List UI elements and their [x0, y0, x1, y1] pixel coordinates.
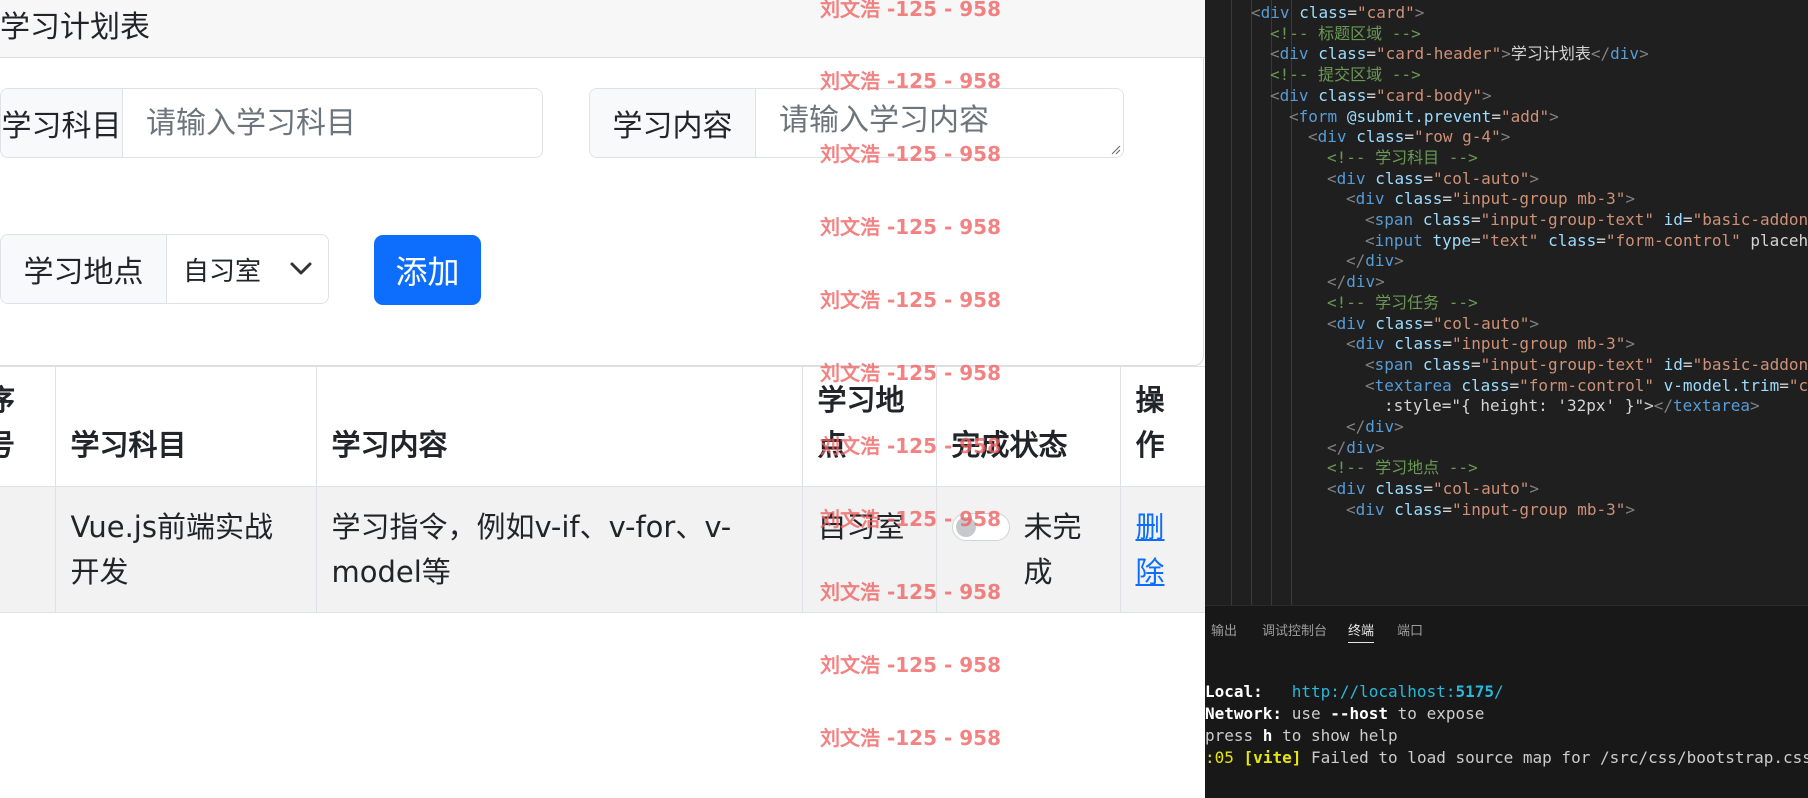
chevron-down-icon — [290, 262, 312, 275]
code-line: <div class="col-auto"> — [1327, 479, 1539, 499]
code-line: <!-- 提交区域 --> — [1270, 65, 1421, 85]
code-line: <!-- 学习科目 --> — [1327, 147, 1478, 167]
code-line: <div class="input-group mb-3"> — [1346, 499, 1636, 519]
code-line: <input type="text" class="form-control" … — [1365, 230, 1808, 250]
code-line: <span class="input-group-text" id="basic… — [1365, 210, 1808, 229]
bottom-panel: 输出 调试控制台 终端 端口 Local: http://localhost:5… — [1205, 605, 1808, 798]
table-row: Vue.js前端实战开发 学习指令，例如v-if、v-for、v-model等 … — [0, 486, 1205, 613]
cell-content: 学习指令，例如v-if、v-for、v-model等 — [315, 486, 803, 613]
card-body: 学习科目 学习内容 学习地点 自习室 — [0, 58, 1204, 366]
study-plan-table: 序号 学习科目 学习内容 学习地点 完成状态 操作 Vue.js前端实战开发 学… — [0, 366, 1205, 613]
code-line: <!-- 学习任务 --> — [1327, 292, 1478, 312]
place-input-group: 学习地点 自习室 — [0, 234, 329, 304]
code-line: <div class="row g-4"> — [1308, 127, 1511, 147]
terminal-line-help: press h to show help — [1205, 726, 1398, 745]
tab-terminal[interactable]: 终端 — [1348, 620, 1375, 643]
cell-place: 自习室 — [801, 486, 937, 613]
delete-link[interactable]: 删除 — [1136, 510, 1165, 589]
tab-output[interactable]: 输出 — [1211, 620, 1237, 639]
browser-viewport: 学习计划表 学习科目 学习内容 学习地点 自习室 添加 — [0, 0, 1205, 798]
code-line: </div> — [1327, 437, 1385, 457]
place-selected-value: 自习室 — [183, 256, 262, 287]
place-select[interactable]: 自习室 — [167, 235, 328, 303]
code-line: <div class="col-auto"> — [1327, 313, 1539, 333]
code-editor[interactable]: <div class="card"> <!-- 标题区域 --> <div clas… — [1205, 0, 1808, 605]
subject-label: 学习科目 — [1, 89, 123, 157]
code-line: </div> — [1327, 272, 1385, 292]
watermark-text: 刘文浩 -125 - 958 — [820, 726, 1001, 750]
place-label: 学习地点 — [1, 235, 167, 303]
subject-input[interactable] — [123, 89, 542, 157]
terminal-line-local: Local: http://localhost:5175/ — [1205, 682, 1504, 701]
card-header: 学习计划表 — [0, 0, 1205, 58]
code-line: <div class="input-group mb-3"> — [1346, 189, 1636, 209]
tab-ports[interactable]: 端口 — [1397, 620, 1423, 639]
content-textarea[interactable] — [756, 89, 1123, 157]
cell-index — [0, 486, 56, 613]
code-line: <textarea class="form-control" v-model.t… — [1365, 375, 1808, 395]
cell-status: 未完成 — [935, 486, 1121, 613]
terminal-line-network: Network: use --host to expose — [1205, 704, 1485, 723]
code-line: <div class="input-group mb-3"> — [1346, 334, 1636, 354]
tab-debug-console[interactable]: 调试控制台 — [1262, 620, 1327, 639]
code-line: <!-- 标题区域 --> — [1270, 23, 1421, 43]
terminal-line-error: :05 [vite] Failed to load source map for… — [1205, 748, 1808, 767]
status-toggle[interactable] — [951, 513, 1010, 541]
code-line: <div class="col-auto"> — [1327, 168, 1539, 188]
toggle-knob — [955, 517, 976, 537]
code-line: <div class="card-body"> — [1270, 85, 1492, 105]
content-input-group: 学习内容 — [589, 88, 1124, 158]
code-line: :style="{ height: '32px' }"></textarea> — [1384, 396, 1760, 416]
code-line: <!-- 学习地点 --> — [1327, 458, 1478, 478]
subject-input-group: 学习科目 — [0, 88, 543, 158]
code-line: </div> — [1346, 417, 1404, 436]
indent-guide — [1251, 0, 1252, 605]
status-text: 未完成 — [1023, 510, 1082, 589]
code-line: <form @submit.prevent="add"> — [1289, 106, 1559, 126]
code-line: </div> — [1346, 251, 1404, 271]
add-button[interactable]: 添加 — [374, 235, 481, 305]
header-status: 完成状态 — [935, 366, 1121, 487]
content-label: 学习内容 — [590, 89, 756, 157]
page-title: 学习计划表 — [0, 10, 150, 45]
code-line: <span class="input-group-text" id="basic… — [1365, 354, 1808, 374]
header-place: 学习地点 — [801, 366, 937, 487]
indent-guide — [1231, 0, 1232, 605]
cell-subject: Vue.js前端实战开发 — [54, 486, 317, 613]
header-action: 操作 — [1119, 366, 1205, 487]
resize-grip-icon[interactable] — [1111, 145, 1121, 155]
cell-action: 删除 — [1119, 486, 1205, 613]
header-index: 序号 — [0, 366, 56, 487]
code-line: <div class="card"> — [1251, 3, 1425, 22]
table-header-row: 序号 学习科目 学习内容 学习地点 完成状态 操作 — [0, 366, 1205, 487]
watermark-text: 刘文浩 -125 - 958 — [820, 653, 1001, 677]
header-subject: 学习科目 — [54, 366, 317, 487]
header-content: 学习内容 — [315, 366, 803, 487]
code-line: <div class="card-header">学习计划表</div> — [1270, 44, 1649, 64]
